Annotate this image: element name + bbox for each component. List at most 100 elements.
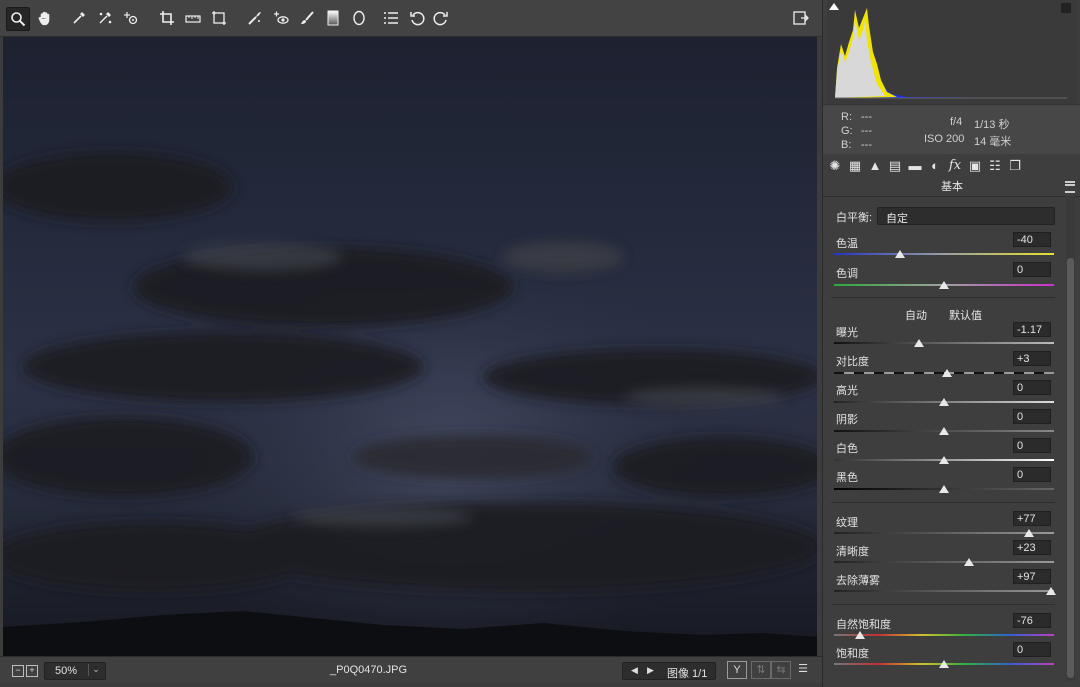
blacks-thumb[interactable] bbox=[939, 485, 949, 493]
crop-icon[interactable] bbox=[156, 7, 178, 29]
panel-menu-icon[interactable] bbox=[1065, 181, 1075, 193]
fullscreen-exit-icon[interactable] bbox=[790, 7, 812, 29]
clarity-track[interactable] bbox=[834, 561, 1054, 563]
contrast-field[interactable]: +3 bbox=[1013, 351, 1051, 366]
calibration-tab-icon[interactable]: ▣ bbox=[967, 158, 983, 174]
lens-tab-icon[interactable]: ◐ bbox=[927, 158, 943, 174]
dehaze-track[interactable] bbox=[834, 590, 1054, 592]
brush-icon[interactable] bbox=[296, 7, 318, 29]
dehaze-thumb[interactable] bbox=[1045, 587, 1056, 595]
whites-label: 白色 bbox=[836, 443, 858, 455]
color-sampler-icon[interactable] bbox=[94, 7, 116, 29]
next-image-icon[interactable]: ▶ bbox=[647, 665, 654, 676]
temperature-thumb[interactable] bbox=[895, 250, 905, 258]
contrast-thumb[interactable] bbox=[942, 369, 953, 377]
contrast-label: 对比度 bbox=[836, 356, 869, 368]
tone-curve-tab-icon[interactable]: ▦ bbox=[847, 158, 863, 174]
highlights-field[interactable]: 0 bbox=[1013, 380, 1051, 395]
temperature-track[interactable] bbox=[834, 253, 1054, 255]
image-counter: 图像 1/1 bbox=[667, 668, 708, 680]
texture-field[interactable]: +77 bbox=[1013, 511, 1051, 526]
clarity-thumb[interactable] bbox=[964, 558, 975, 566]
exposure-thumb[interactable] bbox=[913, 339, 924, 347]
exposure-field[interactable]: -1.17 bbox=[1013, 322, 1051, 337]
focal-length: 14 毫米 bbox=[974, 136, 1012, 148]
shadows-thumb[interactable] bbox=[939, 427, 949, 435]
dehaze-field[interactable]: +97 bbox=[1013, 569, 1051, 584]
texture-track[interactable] bbox=[834, 532, 1054, 534]
tint-thumb[interactable] bbox=[939, 281, 949, 289]
hsl-tab-icon[interactable]: ▤ bbox=[887, 158, 903, 174]
vibrance-label: 自然饱和度 bbox=[836, 619, 891, 631]
clarity-label: 清晰度 bbox=[836, 546, 869, 558]
targeted-adjustment-icon[interactable] bbox=[120, 7, 142, 29]
white-balance-select[interactable]: 自定 ⌄ bbox=[877, 207, 1055, 225]
highlights-thumb[interactable] bbox=[939, 398, 949, 406]
magnifier-icon[interactable] bbox=[6, 7, 30, 31]
auto-button[interactable]: 自动 bbox=[905, 307, 927, 323]
rotate-cw-icon[interactable] bbox=[430, 7, 452, 29]
red-eye-icon[interactable] bbox=[270, 7, 292, 29]
snapshots-tab-icon[interactable]: ❐ bbox=[1007, 158, 1023, 174]
zoom-in-button[interactable]: + bbox=[26, 665, 38, 677]
vibrance-track[interactable] bbox=[834, 634, 1054, 636]
detail-tab-icon[interactable]: ▲ bbox=[867, 158, 883, 174]
image-info: R: --- G: --- B: --- f/4 1/13 秒 ISO 200 … bbox=[823, 104, 1080, 155]
exposure-track[interactable] bbox=[834, 342, 1054, 344]
list-icon[interactable] bbox=[380, 7, 402, 29]
chevron-down-icon: ⌄ bbox=[886, 209, 894, 219]
effects-tab-icon[interactable]: fx bbox=[947, 158, 963, 174]
scrollbar-thumb[interactable] bbox=[1067, 258, 1074, 678]
graduated-filter-icon[interactable] bbox=[322, 7, 344, 29]
divider bbox=[831, 604, 1055, 605]
rotate-ccw-icon[interactable] bbox=[406, 7, 428, 29]
shadows-field[interactable]: 0 bbox=[1013, 409, 1051, 424]
chevron-down-icon: ⌄ bbox=[88, 664, 103, 676]
toolbar bbox=[0, 0, 822, 37]
before-after-toggle[interactable]: Y bbox=[727, 661, 747, 679]
hand-icon[interactable] bbox=[34, 7, 56, 29]
swap-icon[interactable]: ⇅ bbox=[751, 661, 771, 679]
dehaze-label: 去除薄雾 bbox=[836, 575, 880, 587]
preview-settings-icon[interactable]: ☰ bbox=[794, 661, 812, 677]
histogram bbox=[827, 0, 1077, 104]
prev-image-icon[interactable]: ◀ bbox=[631, 665, 638, 676]
temperature-field[interactable]: -40 bbox=[1013, 232, 1051, 247]
ellipse-icon[interactable] bbox=[348, 7, 370, 29]
transform-icon[interactable] bbox=[208, 7, 230, 29]
shadow-clip-icon[interactable] bbox=[829, 3, 839, 10]
tint-field[interactable]: 0 bbox=[1013, 262, 1051, 277]
zoom-out-button[interactable]: − bbox=[12, 665, 24, 677]
ruler-icon[interactable] bbox=[182, 7, 204, 29]
panel-scrollbar[interactable] bbox=[1066, 196, 1075, 681]
clarity-field[interactable]: +23 bbox=[1013, 540, 1051, 555]
b-label: B: bbox=[841, 139, 852, 151]
saturation-thumb[interactable] bbox=[939, 660, 949, 668]
blacks-field[interactable]: 0 bbox=[1013, 467, 1051, 482]
aperture: f/4 bbox=[950, 116, 963, 128]
whites-thumb[interactable] bbox=[939, 456, 949, 464]
shadows-label: 阴影 bbox=[836, 414, 858, 426]
split-toning-tab-icon[interactable]: ▬ bbox=[907, 158, 923, 174]
basic-tab-icon[interactable]: ✺ bbox=[827, 158, 843, 174]
image-pager: ◀ ▶ 图像 1/1 bbox=[622, 662, 716, 680]
zoom-select[interactable]: 50% ⌄ bbox=[44, 662, 106, 680]
saturation-field[interactable]: 0 bbox=[1013, 642, 1051, 657]
vibrance-thumb[interactable] bbox=[855, 631, 866, 639]
saturation-label: 饱和度 bbox=[836, 648, 869, 660]
highlight-clip-icon[interactable] bbox=[1061, 3, 1071, 13]
default-button[interactable]: 默认值 bbox=[949, 307, 982, 323]
presets-tab-icon[interactable]: ☷ bbox=[987, 158, 1003, 174]
texture-label: 纹理 bbox=[836, 517, 858, 529]
spot-removal-icon[interactable] bbox=[244, 7, 266, 29]
g-label: G: bbox=[841, 125, 853, 137]
shutter-speed: 1/13 秒 bbox=[974, 119, 1010, 131]
highlights-label: 高光 bbox=[836, 385, 858, 397]
whites-field[interactable]: 0 bbox=[1013, 438, 1051, 453]
eyedropper-icon[interactable] bbox=[68, 7, 90, 29]
copy-settings-icon[interactable]: ⇆ bbox=[771, 661, 791, 679]
texture-thumb[interactable] bbox=[1023, 529, 1034, 537]
image-preview[interactable] bbox=[3, 37, 817, 656]
adjustment-panel: R: --- G: --- B: --- f/4 1/13 秒 ISO 200 … bbox=[822, 0, 1080, 687]
vibrance-field[interactable]: -76 bbox=[1013, 613, 1051, 628]
